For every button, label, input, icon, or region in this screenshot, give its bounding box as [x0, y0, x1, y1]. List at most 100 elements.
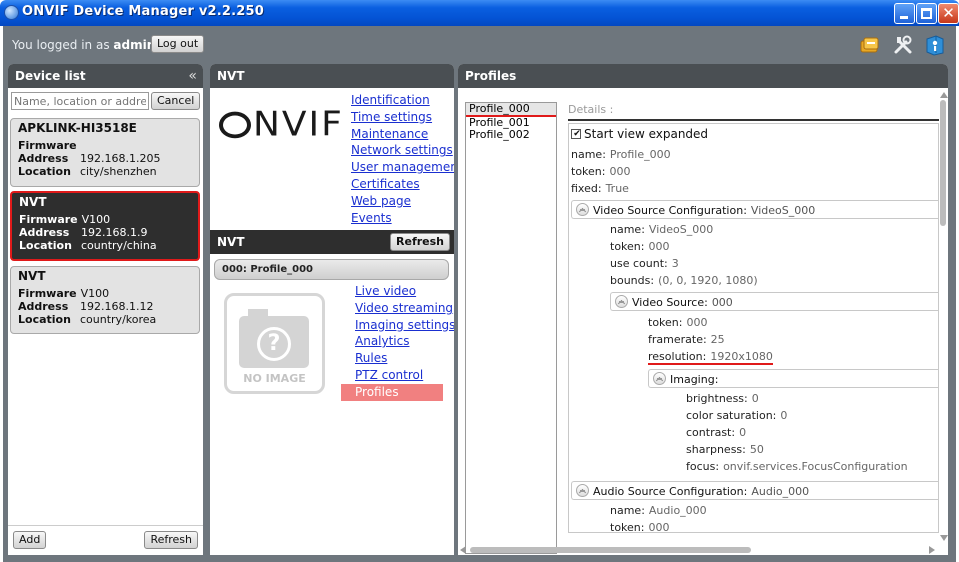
start-expanded-row[interactable]: Start view expanded [571, 127, 708, 141]
add-device-button[interactable]: Add [13, 531, 47, 549]
video-source-config-section[interactable]: Video Source Configuration: VideoS_000 [571, 200, 938, 219]
details-horizontal-scrollbar[interactable] [458, 545, 948, 555]
collapse-toggle-icon[interactable] [576, 484, 589, 497]
event-icon[interactable] [859, 34, 881, 56]
search-cancel-button[interactable]: Cancel [151, 92, 201, 110]
device-firmware-row: Firmware V100 [19, 213, 191, 226]
device-firmware-row: Firmware [18, 139, 192, 152]
address-label: Address [18, 152, 69, 165]
start-expanded-label: Start view expanded [584, 127, 709, 141]
device-location-row: Location country/korea [18, 313, 192, 326]
link-user-management[interactable]: User management [351, 159, 454, 176]
link-events[interactable]: Events [351, 210, 454, 227]
maximize-button[interactable] [916, 3, 937, 24]
close-button[interactable]: ✕ [938, 3, 959, 24]
profile-list: Profile_000 Profile_001 Profile_002 [465, 102, 557, 554]
scroll-up-icon[interactable] [940, 92, 948, 98]
link-rules[interactable]: Rules [341, 350, 443, 367]
help-icon[interactable] [924, 34, 946, 56]
scroll-down-icon[interactable] [940, 535, 948, 541]
vs-resolution: resolution: 1920x1080 [648, 350, 773, 365]
scroll-left-icon[interactable] [460, 546, 466, 554]
location-label: Location [18, 313, 71, 326]
settings-wrench-icon[interactable] [892, 34, 914, 56]
link-network-settings[interactable]: Network settings [351, 142, 454, 159]
details-label: Details : [568, 103, 614, 116]
firmware-label: Firmware [18, 139, 77, 152]
close-icon: ✕ [942, 4, 955, 22]
vsc-token: token: 000 [610, 240, 670, 253]
scroll-thumb[interactable] [940, 100, 946, 226]
profile-tab[interactable]: 000: Profile_000 [214, 259, 449, 280]
link-live-video[interactable]: Live video [341, 283, 443, 300]
device-firmware: V100 [81, 213, 111, 226]
device-list-footer: Add Refresh [8, 525, 203, 555]
link-video-streaming[interactable]: Video streaming [341, 300, 453, 317]
link-web-page[interactable]: Web page [351, 193, 454, 210]
details-tree: Start view expanded name:Profile_000 tok… [568, 123, 939, 533]
firmware-label: Firmware [19, 213, 78, 226]
vsc-bounds: bounds: (0, 0, 1920, 1080) [610, 274, 758, 287]
imaging-section[interactable]: Imaging: [648, 369, 938, 388]
profile-item[interactable]: Profile_002 [466, 129, 556, 141]
profile-item[interactable]: Profile_000 [466, 103, 556, 117]
device-card-nvt-china[interactable]: NVT Firmware V100 Address 192.168.1.9 Loca… [10, 191, 200, 261]
vs-token: token: 000 [648, 316, 708, 329]
start-expanded-checkbox[interactable] [571, 129, 582, 139]
scroll-right-icon[interactable] [929, 546, 935, 554]
logout-button[interactable]: Log out [151, 35, 205, 53]
collapse-toggle-icon[interactable] [615, 295, 628, 308]
nvt-subheader: NVT Refresh [210, 230, 454, 254]
link-time-settings[interactable]: Time settings [351, 109, 454, 126]
link-certificates[interactable]: Certificates [351, 176, 454, 193]
audio-source-config-section[interactable]: Audio Source Configuration: Audio_000 [571, 481, 938, 500]
link-maintenance[interactable]: Maintenance [351, 126, 454, 143]
device-list-header: Device list « [8, 64, 203, 88]
question-icon: ? [257, 327, 291, 361]
video-source-section[interactable]: Video Source: 000 [610, 292, 938, 311]
onvif-logo: NVIF [219, 105, 344, 144]
nvt-title: NVT [217, 69, 245, 83]
device-location: city/shenzhen [80, 165, 157, 178]
device-location-row: Location country/china [19, 239, 191, 252]
link-imaging-settings[interactable]: Imaging settings [341, 317, 454, 334]
nvt-panel: NVT NVIF Identification Time settings Ma… [210, 64, 454, 555]
link-profiles[interactable]: Profiles [341, 383, 443, 401]
device-address-row: Address 192.168.1.205 [18, 152, 192, 165]
window-titlebar[interactable]: ONVIF Device Manager v2.2.250 ✕ [0, 0, 959, 26]
location-label: Location [18, 165, 71, 178]
scroll-thumb[interactable] [470, 547, 751, 553]
minimize-button[interactable] [894, 3, 915, 24]
window-title: ONVIF Device Manager v2.2.250 [22, 4, 264, 19]
link-analytics[interactable]: Analytics [341, 333, 443, 350]
refresh-devices-button[interactable]: Refresh [144, 531, 198, 549]
onvif-logo-o [219, 111, 251, 139]
collapse-icon[interactable]: « [188, 64, 197, 88]
device-card-apklink[interactable]: APKLINK-HI3518E Firmware Address 192.168.… [10, 118, 200, 187]
device-card-nvt-korea[interactable]: NVT Firmware V100 Address 192.168.1.12 Loc… [10, 266, 200, 334]
device-address: 192.168.1.12 [80, 300, 154, 313]
img-brightness: brightness: 0 [686, 392, 759, 405]
collapse-toggle-icon[interactable] [576, 203, 589, 216]
refresh-nvt-button[interactable]: Refresh [390, 233, 450, 251]
user-bar: You logged in as admin Log out [3, 26, 956, 64]
field-token: token: 000 [571, 165, 631, 178]
device-list-panel: Device list « Cancel APKLINK-HI3518E Fir… [8, 64, 203, 555]
device-address-row: Address 192.168.1.12 [18, 300, 192, 313]
vs-framerate: framerate: 25 [648, 333, 725, 346]
link-identification[interactable]: Identification [351, 92, 454, 109]
app-frame: You logged in as admin Log out Device li… [3, 26, 956, 562]
details-vertical-scrollbar[interactable] [939, 92, 948, 545]
device-search-input[interactable] [11, 92, 149, 110]
collapse-toggle-icon[interactable] [653, 372, 666, 385]
device-address-row: Address 192.168.1.9 [19, 226, 191, 239]
minimize-icon [900, 16, 908, 19]
device-list-title: Device list [15, 69, 86, 83]
link-ptz-control[interactable]: PTZ control [341, 367, 443, 384]
device-location: country/korea [80, 313, 157, 326]
vsc-name: name: VideoS_000 [610, 223, 714, 236]
login-status: You logged in as admin [12, 38, 155, 52]
device-firmware: V100 [80, 287, 110, 300]
device-address: 192.168.1.205 [80, 152, 161, 165]
device-location-row: Location city/shenzhen [18, 165, 192, 178]
